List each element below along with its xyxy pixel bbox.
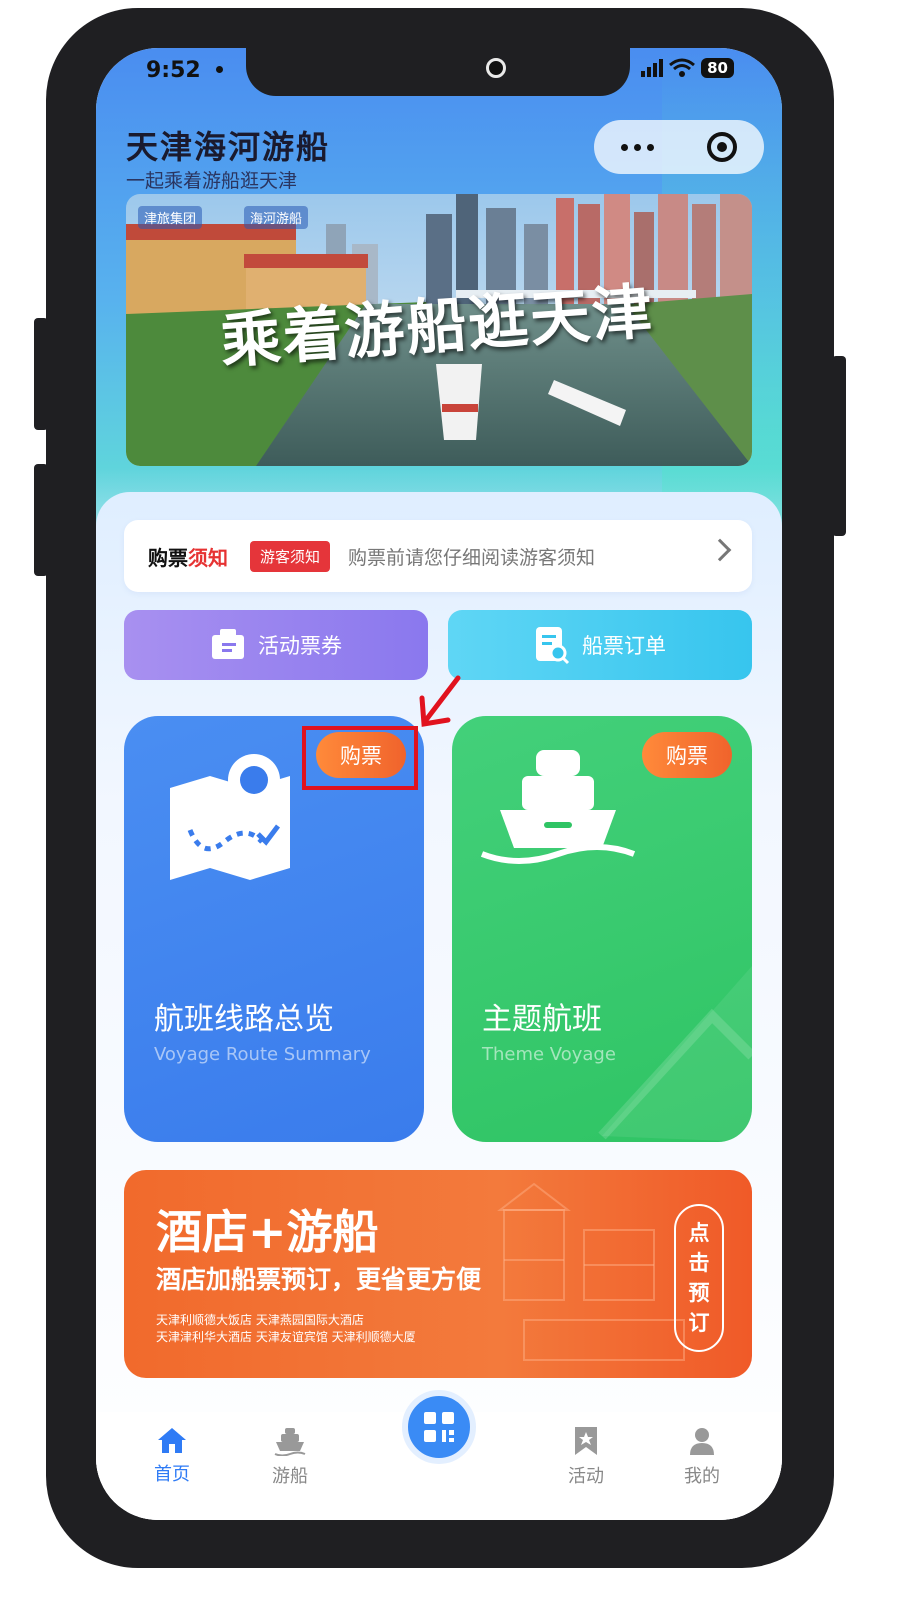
activity-tickets-button[interactable]: 活动票券 bbox=[124, 610, 428, 680]
phone-power-button bbox=[832, 356, 846, 536]
phone-side-button bbox=[34, 318, 48, 430]
card-subtitle: Voyage Route Summary bbox=[154, 1044, 371, 1065]
status-icons: 80 bbox=[641, 58, 734, 78]
card-subtitle: Theme Voyage bbox=[482, 1044, 616, 1065]
hotel-list: 天津利顺德大饭店 天津燕园国际大酒店 天津津利华大酒店 天津友谊宾馆 天津利顺德… bbox=[156, 1312, 416, 1346]
bookmark-star-icon bbox=[575, 1427, 597, 1455]
tab-boat[interactable]: 游船 bbox=[250, 1426, 330, 1488]
wifi-icon bbox=[669, 58, 696, 77]
activity-tickets-label: 活动票券 bbox=[258, 634, 342, 658]
notice-tag: 游客须知 bbox=[250, 540, 331, 572]
hotel-list-line: 天津津利华大酒店 天津友谊宾馆 天津利顺德大厦 bbox=[156, 1330, 416, 1344]
tab-mine[interactable]: 我的 bbox=[662, 1426, 742, 1488]
miniprogram-capsule bbox=[594, 120, 764, 174]
camera-notch bbox=[246, 48, 630, 96]
bottom-tab-bar: 首页 游船 活动 我的 bbox=[96, 1390, 782, 1520]
decorative-shape bbox=[598, 966, 752, 1142]
notice-text: 购票前请您仔细阅读游客须知 bbox=[348, 546, 596, 569]
card-title: 主题航班 bbox=[482, 1002, 602, 1037]
signal-icon bbox=[641, 59, 664, 77]
hero-banner[interactable]: 津旅集团 海河游船 乘着游船逛天津 bbox=[126, 194, 752, 466]
ticket-icon bbox=[212, 629, 244, 659]
chevron-right-icon bbox=[708, 538, 732, 562]
map-location-icon bbox=[170, 754, 290, 880]
close-miniprogram-icon[interactable] bbox=[707, 132, 738, 162]
app-title: 天津海河游船 bbox=[126, 128, 331, 166]
hotel-list-line: 天津利顺德大饭店 天津燕园国际大酒店 bbox=[156, 1313, 364, 1327]
theme-voyage-card[interactable]: 购票 主题航班 Theme Voyage bbox=[452, 716, 752, 1142]
buy-ticket-button[interactable]: 购票 bbox=[642, 732, 732, 778]
tab-activity[interactable]: 活动 bbox=[546, 1426, 626, 1488]
notice-title: 购票须知 bbox=[148, 545, 228, 570]
hotel-subtitle: 酒店加船票预订，更省更方便 bbox=[156, 1265, 482, 1294]
hotel-ship-banner[interactable]: 酒店+游船 酒店加船票预订，更省更方便 天津利顺德大饭店 天津燕园国际大酒店 天… bbox=[124, 1170, 752, 1378]
ship-orders-label: 船票订单 bbox=[582, 634, 666, 658]
status-indicator-icon bbox=[216, 66, 223, 73]
app-screen: 9:52 80 天津海河游船 一起乘着游船逛天津 津旅集团 海河游船 乘着游船逛… bbox=[96, 48, 782, 1520]
card-title: 航班线路总览 bbox=[154, 1002, 334, 1037]
qr-code-icon bbox=[424, 1412, 454, 1442]
annotation-highlight-box bbox=[302, 726, 418, 790]
phone-side-button bbox=[34, 464, 48, 576]
annotation-arrow-icon bbox=[419, 675, 461, 727]
status-time: 9:52 bbox=[146, 58, 201, 83]
user-icon bbox=[690, 1428, 714, 1455]
more-menu-icon[interactable] bbox=[620, 143, 654, 151]
front-camera bbox=[486, 58, 506, 78]
app-subtitle: 一起乘着游船逛天津 bbox=[126, 170, 298, 192]
home-icon bbox=[158, 1428, 186, 1453]
ticket-notice-bar[interactable]: 购票须知 游客须知 购票前请您仔细阅读游客须知 bbox=[124, 520, 752, 592]
partner-logo-haihe: 海河游船 bbox=[244, 206, 309, 229]
ship-orders-button[interactable]: 船票订单 bbox=[448, 610, 752, 680]
tab-home[interactable]: 首页 bbox=[132, 1426, 212, 1486]
click-to-book-button[interactable]: 点 击 预 订 bbox=[674, 1204, 724, 1352]
scan-code-button[interactable] bbox=[402, 1390, 476, 1464]
order-search-icon bbox=[536, 627, 570, 665]
partner-logo-jinlv: 津旅集团 bbox=[138, 206, 203, 229]
hotel-title: 酒店+游船 bbox=[156, 1205, 379, 1259]
battery-icon: 80 bbox=[701, 58, 734, 78]
boat-icon bbox=[274, 1428, 306, 1456]
